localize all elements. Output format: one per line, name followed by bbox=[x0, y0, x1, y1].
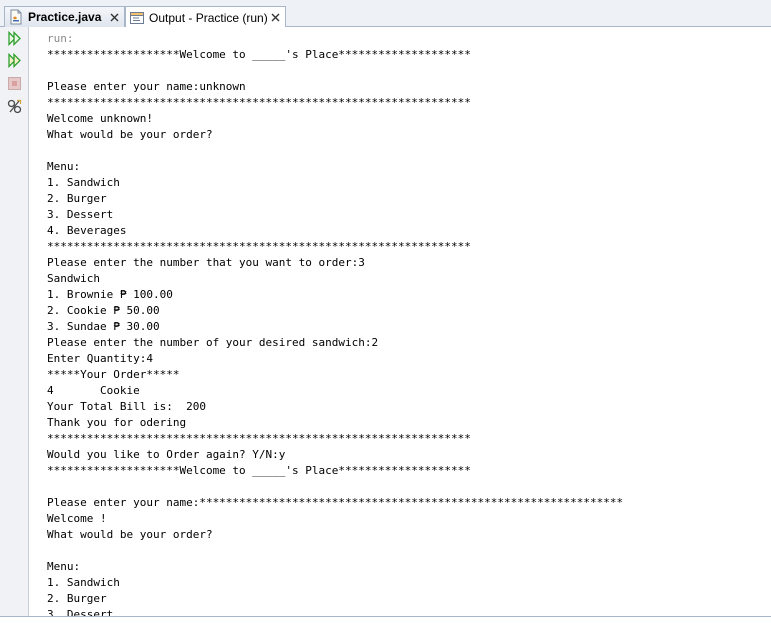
console-line: ****************************************… bbox=[47, 96, 471, 109]
console-line: Please enter your name:unknown bbox=[47, 80, 246, 93]
ide-output-window: Practice.java Output - Practice (run) ru… bbox=[0, 0, 771, 623]
rerun-with-options-icon bbox=[8, 53, 21, 68]
console-line: What would be your order? bbox=[47, 528, 213, 541]
console-line: 3. Dessert bbox=[47, 208, 114, 221]
window-bottom-edge bbox=[0, 616, 771, 623]
console-line: What would be your order? bbox=[47, 128, 213, 141]
console-line: *****Your Order***** bbox=[47, 368, 180, 381]
console-line: Thank you for odering bbox=[47, 416, 187, 429]
console-line: 3. Dessert bbox=[47, 608, 114, 616]
console-line: Please enter your name:*****************… bbox=[47, 496, 624, 509]
tab-practice-java-label: Practice.java bbox=[28, 10, 102, 24]
console-line: 1. Sandwich bbox=[47, 576, 120, 589]
close-tab-output-icon[interactable] bbox=[269, 12, 281, 24]
console-line: ****************************************… bbox=[47, 432, 471, 445]
console-line: 2. Burger bbox=[47, 592, 107, 605]
console-line: 2. Burger bbox=[47, 192, 107, 205]
rerun-button[interactable] bbox=[6, 30, 23, 47]
tab-practice-java[interactable]: Practice.java bbox=[4, 6, 125, 27]
rerun-with-options-button[interactable] bbox=[6, 52, 23, 69]
java-file-icon bbox=[8, 9, 24, 25]
console-line: 4 Cookie bbox=[47, 384, 140, 397]
console-lines: run: ********************Welcome to _____… bbox=[47, 31, 623, 616]
console-line: Sandwich bbox=[47, 272, 100, 285]
console-line: Welcome unknown! bbox=[47, 112, 153, 125]
close-tab-practice-java-icon[interactable] bbox=[108, 11, 120, 23]
console-line: Enter Quantity:4 bbox=[47, 352, 153, 365]
console-line: Menu: bbox=[47, 560, 81, 573]
editor-tab-bar: Practice.java Output - Practice (run) bbox=[0, 0, 771, 28]
console-output[interactable]: run: ********************Welcome to _____… bbox=[29, 27, 771, 616]
console-line: 1. Sandwich bbox=[47, 176, 120, 189]
console-line: 2. Cookie ₱ 50.00 bbox=[47, 304, 160, 317]
console-line: Please enter the number that you want to… bbox=[47, 256, 365, 269]
console-line: 4. Beverages bbox=[47, 224, 127, 237]
settings-icon bbox=[7, 99, 22, 114]
console-line: run: bbox=[47, 32, 74, 45]
console-line: Would you like to Order again? Y/N:y bbox=[47, 448, 286, 461]
console-line: Your Total Bill is: 200 bbox=[47, 400, 206, 413]
output-window-icon bbox=[129, 10, 145, 26]
console-line: Please enter the number of your desired … bbox=[47, 336, 379, 349]
console-line: Welcome ! bbox=[47, 512, 107, 525]
rerun-icon bbox=[8, 31, 21, 46]
output-toolbar bbox=[0, 27, 29, 616]
console-line: Menu: bbox=[47, 160, 81, 173]
console-line: ****************************************… bbox=[47, 240, 471, 253]
console-line: ********************Welcome to _____'s P… bbox=[47, 464, 471, 477]
console-line: 1. Brownie ₱ 100.00 bbox=[47, 288, 173, 301]
tab-output-practice-label: Output - Practice (run) bbox=[149, 10, 268, 25]
tab-output-practice[interactable]: Output - Practice (run) bbox=[125, 6, 286, 28]
stop-button[interactable] bbox=[6, 75, 23, 92]
console-line: 3. Sundae ₱ 30.00 bbox=[47, 320, 160, 333]
output-settings-button[interactable] bbox=[6, 98, 23, 115]
console-line: ********************Welcome to _____'s P… bbox=[47, 48, 471, 61]
stop-icon bbox=[8, 77, 21, 90]
